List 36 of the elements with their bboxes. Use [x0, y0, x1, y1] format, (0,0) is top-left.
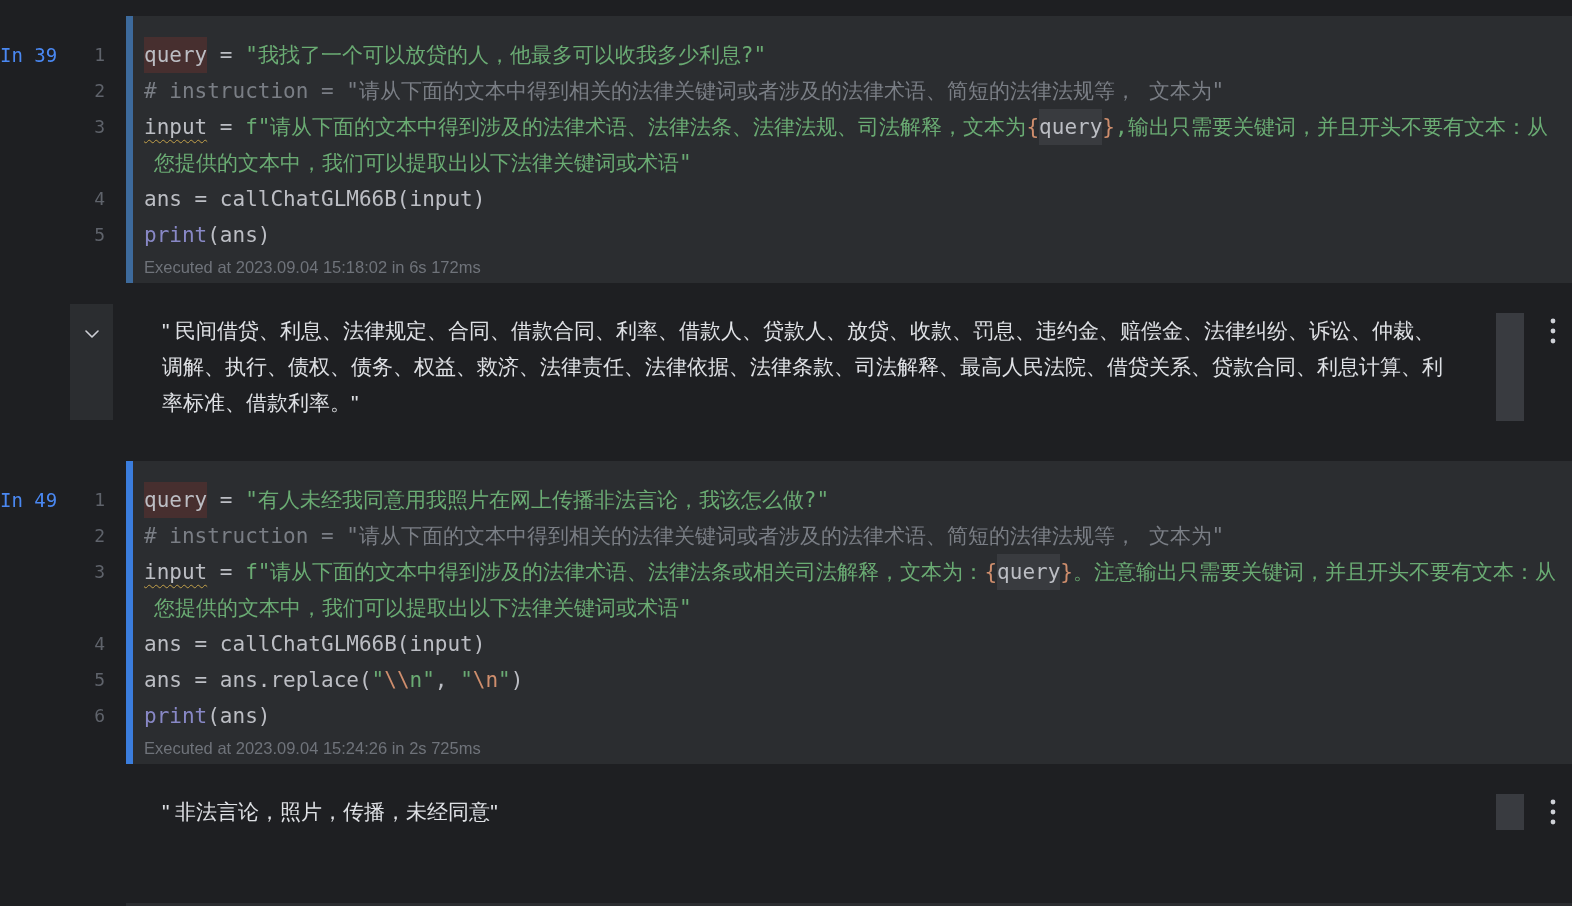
code-line: input = f"请从下面的文本中得到涉及的法律术语、法律法条、法律法规、司法解释，文本为{query},输出只需要关键词，并且开头不要有文本：从	[144, 109, 1548, 145]
code-line: 您提供的文本中，我们可以提取出以下法律关键词或术语"	[153, 595, 692, 622]
line-number: 5	[94, 668, 105, 692]
line-number: 6	[94, 704, 105, 728]
code-cell-editor[interactable]	[133, 461, 1572, 764]
kebab-menu-icon[interactable]	[1550, 799, 1556, 825]
line-number: 3	[94, 560, 105, 584]
code-line: 您提供的文本中，我们可以提取出以下法律关键词或术语"	[153, 150, 692, 177]
code-line: print(ans)	[144, 703, 271, 730]
code-cell-editor[interactable]	[133, 16, 1572, 283]
output-text: " 民间借贷、利息、法律规定、合同、借款合同、利率、借款人、贷款人、放贷、收款、罚息、违约金、赔偿金、法律纠纷、诉讼、仲裁、调解、执行、债权、债务、权益、救济、法律责任、法律依据、法律条款、司法解释、最高人民法院、借贷关系、贷款合同、利息计算、利率标准、借款利率。"	[162, 318, 1444, 416]
execution-status-text: Executed at 2023.09.04 15:18:02 in 6s 172ms	[144, 257, 482, 278]
output-text: " 非法言论，照片，传播，未经同意"	[162, 799, 499, 825]
code-line: print(ans)	[144, 222, 271, 249]
code-line: ans = callChatGLM66B(input)	[144, 186, 486, 213]
execution-count-label: In 39	[0, 43, 58, 67]
line-number: 3	[94, 115, 105, 139]
line-number: 2	[94, 524, 105, 548]
output-side-bar	[1496, 794, 1524, 830]
line-number: 4	[94, 632, 105, 656]
line-number: 4	[94, 187, 105, 211]
code-line: input = f"请从下面的文本中得到涉及的法律术语、法律法条或相关司法解释，文本为：{query}。注意输出只需要关键词，并且开头不要有文本：从	[144, 554, 1556, 590]
code-line: ans = callChatGLM66B(input)	[144, 631, 486, 658]
code-line: # instruction = "请从下面的文本中得到相关的法律关键词或者涉及的法律术语、简短的法律法规等， 文本为"	[144, 523, 1225, 550]
code-line: query = "有人未经我同意用我照片在网上传播非法言论，我该怎么做?"	[144, 482, 830, 518]
line-number: 2	[94, 79, 105, 103]
line-number: 1	[94, 43, 105, 67]
execution-status-text: Executed at 2023.09.04 15:24:26 in 2s 725ms	[144, 738, 482, 759]
line-number: 1	[94, 488, 105, 512]
code-line: ans = ans.replace("\\n", "\n")	[144, 667, 524, 694]
chevron-down-icon	[84, 330, 99, 338]
execution-count-label: In 49	[0, 488, 58, 512]
kebab-menu-icon[interactable]	[1550, 318, 1556, 344]
line-number: 5	[94, 223, 105, 247]
code-line: query = "我找了一个可以放贷的人，他最多可以收我多少利息?"	[144, 37, 767, 73]
code-line: # instruction = "请从下面的文本中得到相关的法律关键词或者涉及的法律术语、简短的法律法规等， 文本为"	[144, 78, 1225, 105]
